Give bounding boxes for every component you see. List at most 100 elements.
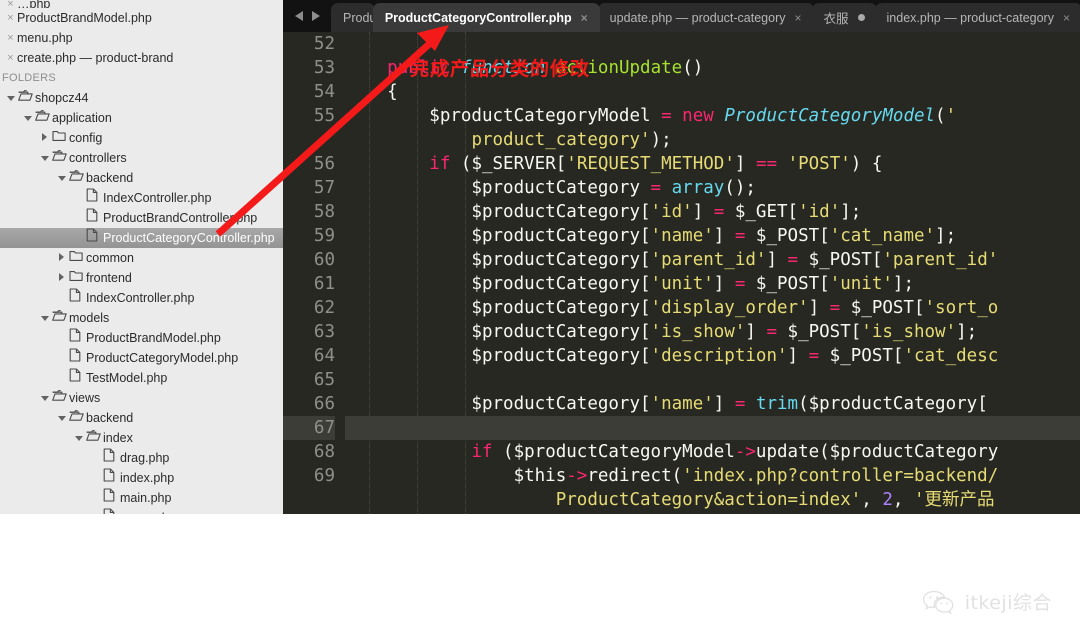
code-line[interactable] — [345, 32, 1080, 56]
chevron-down-icon[interactable] — [38, 308, 52, 328]
code-text[interactable]: public function actionUpdate() { $produc… — [345, 32, 1080, 514]
code-line[interactable]: $productCategory['id'] = $_GET['id']; — [345, 200, 1080, 224]
open-file-row[interactable]: × ProductBrandModel.php — [0, 8, 283, 28]
open-file-label: ProductBrandModel.php — [17, 11, 152, 25]
code-line[interactable]: { — [345, 80, 1080, 104]
chevron-down-icon[interactable] — [38, 388, 52, 408]
code-line[interactable]: $productCategory['unit'] = $_POST['unit'… — [345, 272, 1080, 296]
tree-item-index-php[interactable]: index.php — [0, 468, 283, 488]
line-number: 54 — [313, 82, 335, 102]
tree-item-indexcontroller-php[interactable]: IndexController.php — [0, 288, 283, 308]
code-line[interactable]: ProductCategory&action=index', 2, '更新产品 — [345, 488, 1080, 512]
chevron-down-icon[interactable] — [55, 408, 69, 428]
watermark-label: itkeji综合 — [964, 592, 1052, 614]
tree-item-frontend[interactable]: frontend — [0, 268, 283, 288]
code-line[interactable]: $productCategoryModel = new ProductCateg… — [345, 104, 1080, 128]
code-line[interactable]: $this->redirect('index.php?controller=ba… — [345, 464, 1080, 488]
code-line[interactable]: $productCategory['name'] = trim($product… — [345, 392, 1080, 416]
folder-tree[interactable]: shopcz44 application config controllers back… — [0, 88, 283, 514]
open-file-row-partial[interactable]: × …php — [0, 0, 283, 8]
folder-open-icon — [52, 308, 69, 328]
open-file-row[interactable]: × create.php — product-brand — [0, 48, 283, 68]
tree-item-application[interactable]: application — [0, 108, 283, 128]
tree-item-productbrandmodel-php[interactable]: ProductBrandModel.php — [0, 328, 283, 348]
tab-yifu[interactable]: 衣服 — [811, 3, 877, 32]
line-number: 61 — [313, 274, 335, 294]
line-number — [283, 128, 335, 152]
chevron-down-icon[interactable] — [21, 108, 35, 128]
close-icon[interactable]: × — [794, 11, 801, 25]
tab-product-category-controller[interactable]: ProductCategoryController.php × — [372, 3, 600, 32]
tab-bar[interactable]: Produ ProductCategoryController.php × up… — [283, 0, 1080, 32]
tree-item-label: index — [103, 431, 133, 445]
tree-item-testmodel-php[interactable]: TestModel.php — [0, 368, 283, 388]
close-x-icon[interactable]: × — [4, 48, 17, 68]
code-line[interactable] — [345, 368, 1080, 392]
folders-section-header: FOLDERS — [2, 72, 57, 84]
tree-item-config[interactable]: config — [0, 128, 283, 148]
tree-item-productcategorymodel-php[interactable]: ProductCategoryModel.php — [0, 348, 283, 368]
folder-icon — [69, 248, 86, 268]
tree-item-shopcz44[interactable]: shopcz44 — [0, 88, 283, 108]
open-file-row[interactable]: × menu.php — [0, 28, 283, 48]
tab-index-php[interactable]: index.php — product-category × — [874, 3, 1080, 32]
file-sidebar[interactable]: × …php × ProductBrandModel.php × menu.ph… — [0, 0, 283, 514]
code-line[interactable]: if ($_SERVER['REQUEST_METHOD'] == 'POST'… — [345, 152, 1080, 176]
line-number: 63 — [313, 322, 335, 342]
watermark: itkeji综合 — [922, 588, 1052, 615]
code-line[interactable]: if ($productCategoryModel->update($produ… — [345, 440, 1080, 464]
close-icon[interactable]: × — [581, 11, 588, 25]
tree-item-label: common — [86, 251, 134, 265]
tree-item-main-php[interactable]: main.php — [0, 488, 283, 508]
tree-item-models[interactable]: models — [0, 308, 283, 328]
chevron-right-icon[interactable] — [55, 268, 69, 288]
code-line[interactable]: $productCategory['parent_id'] = $_POST['… — [345, 248, 1080, 272]
code-line[interactable]: $productCategory = array(); — [345, 176, 1080, 200]
tree-item-label: menu.php — [120, 508, 176, 514]
close-icon[interactable]: × — [1063, 11, 1070, 25]
tree-item-label: index.php — [120, 471, 175, 485]
code-line[interactable]: $productCategory['display_order'] = $_PO… — [345, 296, 1080, 320]
line-number: 53 — [313, 58, 335, 78]
close-x-icon[interactable]: × — [4, 8, 17, 28]
tab-nav-arrows[interactable] — [283, 0, 331, 32]
code-line[interactable]: '); — [345, 512, 1080, 514]
tree-item-backend[interactable]: backend — [0, 408, 283, 428]
tree-item-views[interactable]: views — [0, 388, 283, 408]
tree-item-controllers[interactable]: controllers — [0, 148, 283, 168]
tab-label: index.php — product-category — [886, 10, 1054, 25]
chevron-down-icon[interactable] — [55, 168, 69, 188]
close-x-icon[interactable]: × — [4, 28, 17, 48]
chevron-down-icon[interactable] — [4, 88, 18, 108]
tree-item-menu-php[interactable]: menu.php — [0, 508, 283, 514]
tree-item-common[interactable]: common — [0, 248, 283, 268]
tree-item-index[interactable]: index — [0, 428, 283, 448]
chevron-down-icon[interactable] — [38, 148, 52, 168]
tree-item-productbrandcontroller-php[interactable]: ProductBrandController.php — [0, 208, 283, 228]
code-line[interactable]: $productCategory['is_show'] = $_POST['is… — [345, 320, 1080, 344]
tree-item-label: IndexController.php — [86, 291, 195, 305]
code-line[interactable]: $productCategory['description'] = $_POST… — [345, 344, 1080, 368]
code-area[interactable]: 52 53 54 55 56 57 58 59 60 61 62 63 64 65 66 67 68 69 pub… — [283, 32, 1080, 514]
open-file-label: …php — [17, 0, 51, 8]
code-line[interactable]: product_category'); — [345, 128, 1080, 152]
tree-item-backend[interactable]: backend — [0, 168, 283, 188]
chevron-right-icon[interactable] — [55, 248, 69, 268]
close-x-icon[interactable]: × — [4, 0, 17, 8]
tab-product-brand-controller[interactable]: Produ — [331, 3, 375, 32]
tree-item-indexcontroller-php[interactable]: IndexController.php — [0, 188, 283, 208]
arrow-right-icon[interactable] — [311, 11, 320, 21]
arrow-left-icon[interactable] — [294, 11, 303, 21]
tab-update-php[interactable]: update.php — product-category × — [597, 3, 814, 32]
chevron-right-icon[interactable] — [38, 128, 52, 148]
tree-item-drag-php[interactable]: drag.php — [0, 448, 283, 468]
unsaved-dot-icon[interactable] — [857, 14, 865, 21]
code-line[interactable]: $productCategory['name'] = $_POST['cat_n… — [345, 224, 1080, 248]
code-line[interactable] — [345, 416, 1080, 440]
tree-item-productcategorycontroller-php[interactable]: ProductCategoryController.php — [0, 228, 283, 248]
chevron-down-icon[interactable] — [72, 428, 86, 448]
